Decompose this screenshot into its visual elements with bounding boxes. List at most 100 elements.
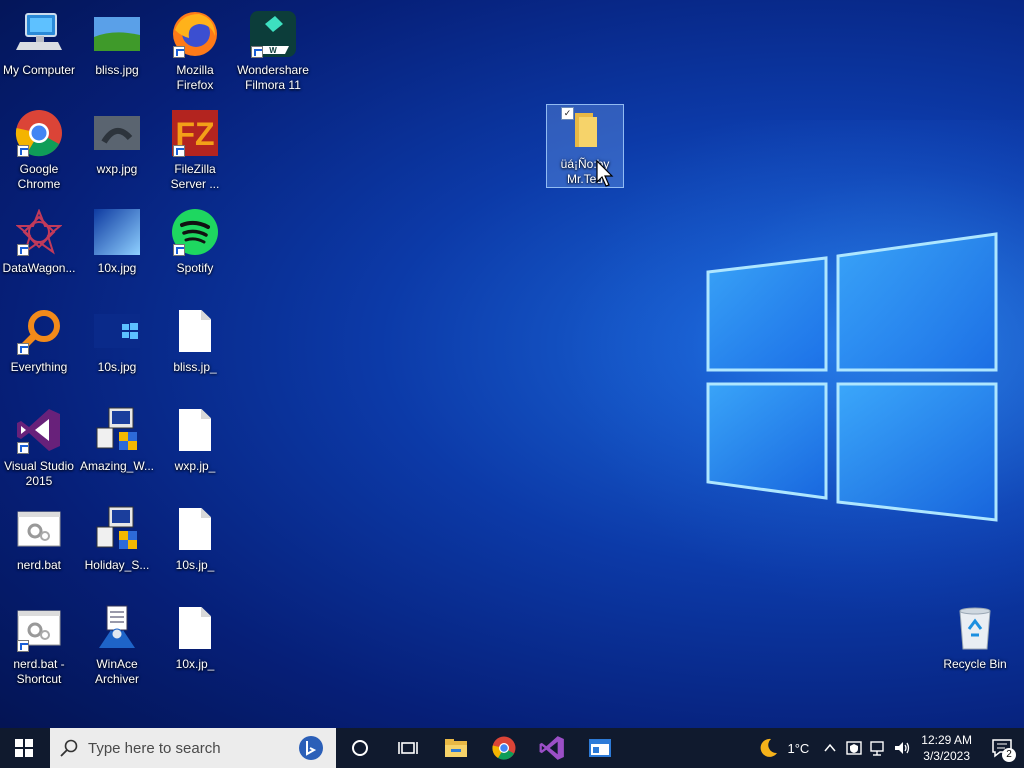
icon-label: DataWagon... (2, 261, 76, 275)
icon-label: 10s.jp_ (175, 558, 215, 572)
search-icon (60, 739, 78, 757)
winace-icon (93, 604, 141, 652)
desktop-icon-holiday-s[interactable]: Holiday_S... (78, 501, 156, 597)
system-tray: 1°C 12:29 AM 3/3/2023 2 (757, 728, 1024, 768)
icon-label: nerd.bat - Shortcut (13, 657, 65, 686)
cortana-icon (352, 740, 368, 756)
icon-label: Everything (10, 360, 68, 374)
desktop-icon-recycle-bin[interactable]: Recycle Bin (936, 600, 1014, 696)
desktop-icon-filezilla-server[interactable]: FZ FileZilla Server ... (156, 105, 234, 201)
desktop-icon-wxp-jpg[interactable]: wxp.jpg (78, 105, 156, 201)
chevron-up-icon[interactable] (823, 741, 837, 755)
icon-label: bliss.jpg (95, 63, 139, 77)
desktop-icon-visual-studio-2015[interactable]: Visual Studio 2015 (0, 402, 78, 498)
taskbar-visual-studio[interactable] (528, 728, 576, 768)
icon-label: 10s.jpg (97, 360, 137, 374)
desktop-icon-10x-jp[interactable]: 10x.jp_ (156, 600, 234, 696)
icon-label: Recycle Bin (943, 657, 1007, 671)
desktop-icon-10s-jpg[interactable]: 10s.jpg (78, 303, 156, 399)
file-icon (171, 307, 219, 355)
shortcut-arrow-icon (17, 343, 29, 355)
desktop-icon-datawagon[interactable]: DataWagon... (0, 204, 78, 300)
bing-icon (299, 736, 323, 760)
shortcut-arrow-icon (251, 46, 263, 58)
installer-icon (93, 505, 141, 553)
icon-label: 10x.jp_ (175, 657, 215, 671)
taskbar-clock[interactable]: 12:29 AM 3/3/2023 (921, 732, 972, 764)
icon-label: Google Chrome (17, 162, 61, 191)
chrome-icon (492, 736, 516, 760)
icon-label: WinAce Archiver (94, 657, 139, 686)
file-explorer-icon (445, 739, 467, 757)
icon-label: Visual Studio 2015 (4, 459, 74, 488)
icon-label: FileZilla Server ... (170, 162, 220, 191)
taskbar-search-box[interactable]: Type here to search (50, 728, 336, 768)
taskbar-file-explorer[interactable] (432, 728, 480, 768)
recycle-bin-icon (951, 604, 999, 652)
desktop-icon-wondershare-filmora[interactable]: W Wondershare Filmora 11 (234, 6, 312, 102)
desktop-icon-everything[interactable]: Everything (0, 303, 78, 399)
image-thumbnail-icon (93, 208, 141, 256)
weather-moon-icon[interactable] (757, 737, 779, 759)
taskbar: Type here to search 1°C 12:29 AM 3/3/202… (0, 728, 1024, 768)
desktop-icon-nerd-bat[interactable]: nerd.bat (0, 501, 78, 597)
filezilla-icon: FZ (171, 109, 219, 157)
mouse-cursor-icon (596, 160, 614, 187)
filmora-icon: W (249, 10, 297, 58)
window-app-icon (589, 739, 611, 757)
batch-file-icon (15, 604, 63, 652)
weather-temperature[interactable]: 1°C (787, 741, 809, 756)
icon-label: nerd.bat (16, 558, 62, 572)
image-thumbnail-icon (93, 109, 141, 157)
file-icon (171, 604, 219, 652)
shortcut-arrow-icon (173, 145, 185, 157)
taskbar-chrome[interactable] (480, 728, 528, 768)
icon-label: Mozilla Firefox (176, 63, 214, 92)
icon-label: wxp.jp_ (174, 459, 216, 473)
desktop-icon-winace-archiver[interactable]: WinAce Archiver (78, 600, 156, 696)
spotify-icon (171, 208, 219, 256)
desktop-icon-google-chrome[interactable]: Google Chrome (0, 105, 78, 201)
icon-label: wxp.jpg (96, 162, 138, 176)
image-thumbnail-icon (93, 307, 141, 355)
start-button[interactable] (0, 728, 48, 768)
shortcut-arrow-icon (173, 244, 185, 256)
clock-date: 3/3/2023 (923, 749, 970, 763)
task-view-icon (398, 742, 418, 754)
task-view-button[interactable] (384, 728, 432, 768)
computer-icon (15, 10, 63, 58)
icon-label: My Computer (2, 63, 76, 77)
desktop-icon-10x-jpg[interactable]: 10x.jpg (78, 204, 156, 300)
installer-icon (93, 406, 141, 454)
visual-studio-icon (539, 736, 564, 760)
firefox-icon (171, 10, 219, 58)
desktop-icon-bliss-jpg[interactable]: bliss.jpg (78, 6, 156, 102)
network-icon[interactable] (869, 739, 887, 757)
shortcut-arrow-icon (173, 46, 185, 58)
icon-label: Holiday_S... (84, 558, 150, 572)
clock-time: 12:29 AM (921, 733, 972, 747)
icon-label: Spotify (176, 261, 214, 275)
desktop-icon-nerd-bat-shortcut[interactable]: nerd.bat - Shortcut (0, 600, 78, 696)
volume-icon[interactable] (893, 739, 911, 757)
action-center-button[interactable]: 2 (980, 728, 1024, 768)
taskbar-window-app[interactable] (576, 728, 624, 768)
desktop-icon-mozilla-firefox[interactable]: Mozilla Firefox (156, 6, 234, 102)
desktop-icon-spotify[interactable]: Spotify (156, 204, 234, 300)
visual-studio-icon (15, 406, 63, 454)
shortcut-arrow-icon (17, 145, 29, 157)
security-shield-icon[interactable] (845, 739, 863, 757)
desktop: My Computer Google Chrome DataWagon... E… (0, 0, 1024, 728)
file-icon (171, 406, 219, 454)
desktop-icon-amazing-w[interactable]: Amazing_W... (78, 402, 156, 498)
search-placeholder: Type here to search (88, 739, 221, 757)
desktop-icon-wxp-jp[interactable]: wxp.jp_ (156, 402, 234, 498)
desktop-icon-10s-jp[interactable]: 10s.jp_ (156, 501, 234, 597)
everything-search-icon (15, 307, 63, 355)
shortcut-arrow-icon (17, 244, 29, 256)
cortana-button[interactable] (336, 728, 384, 768)
image-thumbnail-icon (93, 10, 141, 58)
desktop-icon-my-computer[interactable]: My Computer (0, 6, 78, 102)
shortcut-arrow-icon (17, 442, 29, 454)
desktop-icon-bliss-jp[interactable]: bliss.jp_ (156, 303, 234, 399)
